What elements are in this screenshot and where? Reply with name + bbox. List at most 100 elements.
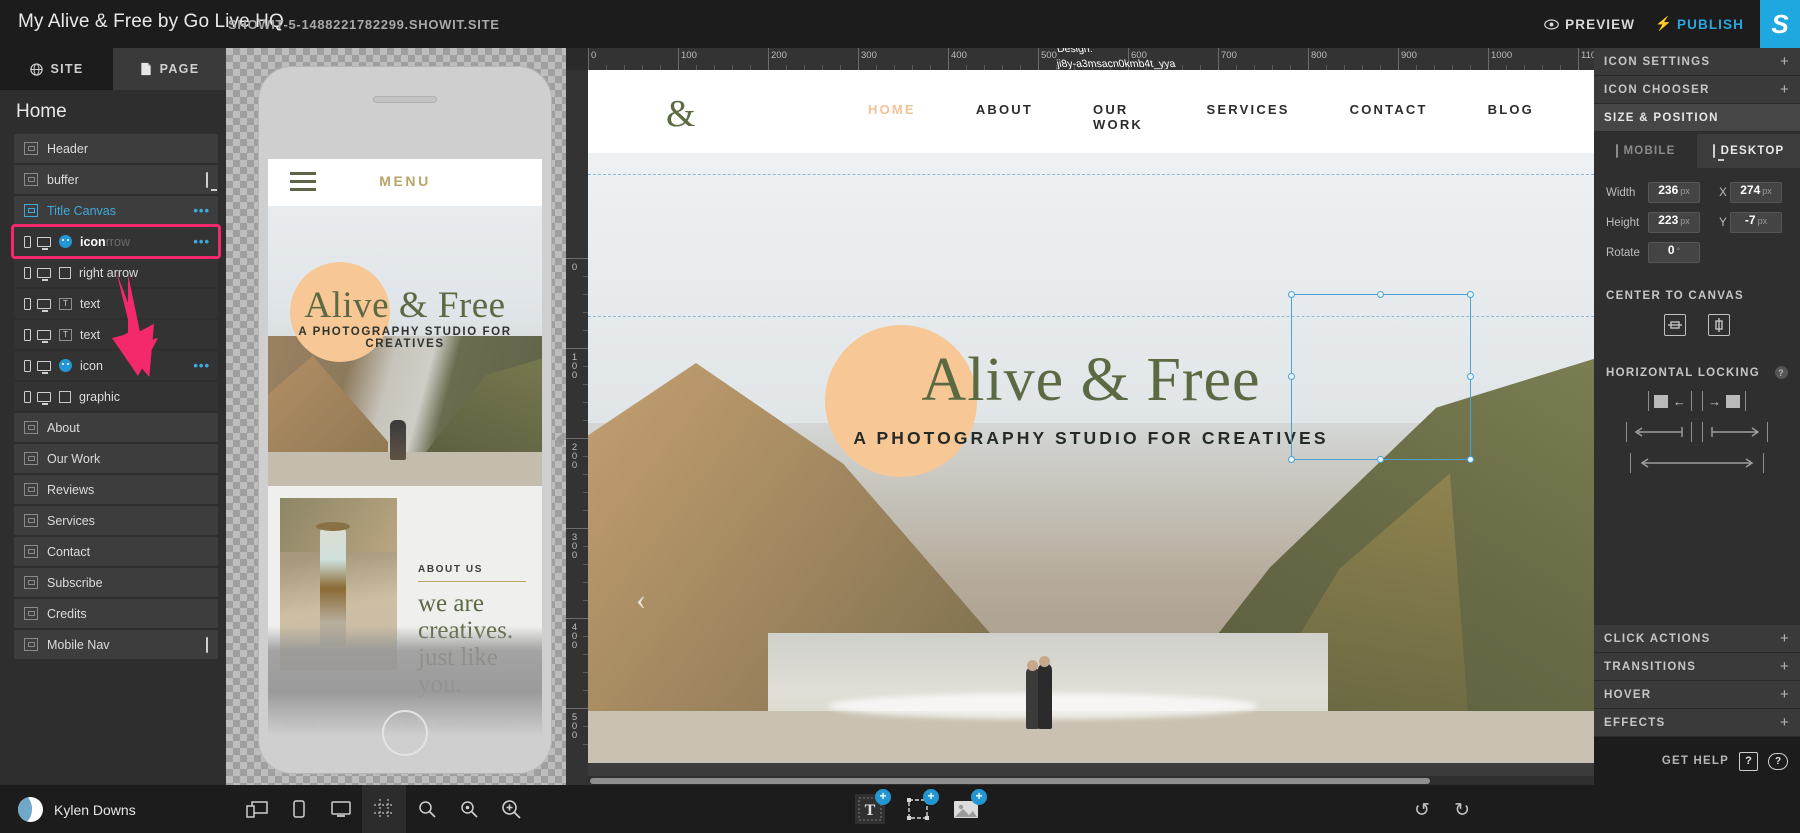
layer-row-icon-2[interactable]: icon ••• (14, 351, 218, 380)
lock-stretch-left-button[interactable] (1626, 422, 1692, 442)
section-size-position[interactable]: SIZE & POSITION (1594, 104, 1800, 132)
layer-menu-button[interactable]: ••• (193, 358, 210, 373)
zoom-reset-icon[interactable] (448, 785, 490, 833)
lock-stretch-both-button[interactable] (1630, 453, 1764, 473)
resize-handle-s[interactable] (1377, 456, 1384, 463)
nav-link-blog[interactable]: BLOG (1488, 102, 1534, 132)
selection-box[interactable] (1288, 291, 1474, 463)
layer-row-reviews[interactable]: Reviews (14, 475, 218, 504)
layer-menu-button[interactable]: ••• (193, 234, 210, 249)
section-click-actions[interactable]: CLICK ACTIONS + (1594, 625, 1800, 653)
layer-row-mobile-nav[interactable]: Mobile Nav (14, 630, 218, 659)
canvas-horizontal-scrollbar[interactable] (588, 776, 1594, 785)
resize-handle-sw[interactable] (1288, 456, 1295, 463)
expand-icon[interactable]: + (1780, 686, 1790, 703)
nav-link-services[interactable]: SERVICES (1207, 102, 1290, 132)
mobile-view-icon[interactable] (278, 785, 320, 833)
section-icon-settings[interactable]: ICON SETTINGS + (1594, 48, 1800, 76)
redo-icon[interactable]: ↻ (1454, 799, 1470, 822)
grid-icon[interactable] (363, 785, 405, 833)
layer-row-graphic[interactable]: graphic (14, 382, 218, 411)
rotate-input[interactable]: 0 ° (1648, 242, 1700, 263)
user-account-button[interactable]: Kylen Downs (18, 797, 136, 822)
y-unit: px (1757, 216, 1768, 226)
add-image-icon[interactable]: + (951, 789, 987, 824)
nav-link-our-work[interactable]: OUR WORK (1093, 102, 1147, 132)
layer-row-credits[interactable]: Credits (14, 599, 218, 628)
x-input[interactable]: 274 px (1730, 182, 1782, 203)
device-visibility-icons (24, 266, 51, 281)
nav-link-contact[interactable]: CONTACT (1350, 102, 1428, 132)
center-horizontal-button[interactable] (1664, 314, 1686, 336)
vertical-ruler[interactable]: 0 100 200 300 400 500 (566, 70, 588, 785)
layer-row-contact[interactable]: Contact (14, 537, 218, 566)
mobile-icon (24, 359, 31, 372)
nav-link-home[interactable]: HOME (868, 102, 916, 132)
width-input[interactable]: 236 px (1648, 182, 1700, 203)
layer-row-text-1[interactable]: T text (14, 289, 218, 318)
layer-row-text-2[interactable]: T text (14, 320, 218, 349)
help-icon[interactable]: ? (1775, 366, 1788, 379)
site-logo[interactable]: & (666, 92, 696, 136)
undo-icon[interactable]: ↺ (1414, 799, 1430, 822)
expand-icon[interactable]: + (1780, 714, 1790, 731)
hamburger-menu-icon[interactable] (290, 172, 316, 196)
y-input[interactable]: -7 px (1730, 212, 1782, 233)
tab-mobile-label: MOBILE (1623, 145, 1676, 157)
icon-type-icon (59, 235, 72, 248)
lock-left-button[interactable]: ← (1648, 391, 1692, 411)
chat-help-icon[interactable]: ? (1768, 752, 1788, 770)
center-to-canvas-buttons (1594, 310, 1800, 352)
section-transitions[interactable]: TRANSITIONS + (1594, 653, 1800, 681)
responsive-view-icon[interactable] (236, 785, 278, 833)
layer-row-about[interactable]: About (14, 413, 218, 442)
resize-handle-nw[interactable] (1288, 291, 1295, 298)
mobile-menu-label[interactable]: MENU (379, 173, 431, 189)
center-vertical-button[interactable] (1708, 314, 1730, 336)
layer-row-our-work[interactable]: Our Work (14, 444, 218, 473)
collapse-left-panel-icon[interactable] (556, 432, 564, 446)
preview-button[interactable]: PREVIEW (1534, 17, 1645, 32)
y-value: -7 (1744, 213, 1756, 227)
resize-handle-w[interactable] (1288, 373, 1295, 380)
tab-page[interactable]: PAGE (113, 48, 226, 90)
phone-speaker (373, 96, 437, 103)
layer-row-icon-selected[interactable]: icon rrow ••• (11, 224, 221, 259)
section-label: EFFECTS (1604, 716, 1666, 729)
add-shape-icon[interactable]: + (903, 789, 939, 824)
layer-row-buffer[interactable]: buffer (14, 165, 218, 194)
resize-handle-ne[interactable] (1467, 291, 1474, 298)
layer-row-subscribe[interactable]: Subscribe (14, 568, 218, 597)
zoom-in-icon[interactable] (490, 785, 532, 833)
expand-icon[interactable]: + (1780, 53, 1790, 70)
resize-handle-se[interactable] (1467, 456, 1474, 463)
desktop-icon (37, 391, 51, 405)
left-arrow-icon[interactable]: ‹ (636, 583, 646, 617)
tab-site[interactable]: SITE (0, 48, 113, 90)
layer-row-right-arrow[interactable]: right arrow (14, 258, 218, 287)
height-input[interactable]: 223 px (1648, 212, 1700, 233)
layer-row-title-canvas[interactable]: Title Canvas ••• (14, 196, 218, 225)
layer-row-services[interactable]: Services (14, 506, 218, 535)
expand-icon[interactable]: + (1780, 630, 1790, 647)
desktop-view-icon[interactable] (320, 785, 362, 833)
expand-icon[interactable]: + (1780, 658, 1790, 675)
lock-right-button[interactable]: → (1702, 391, 1746, 411)
help-docs-icon[interactable]: ? (1739, 751, 1758, 771)
zoom-out-icon[interactable] (406, 785, 448, 833)
section-hover[interactable]: HOVER + (1594, 681, 1800, 709)
tab-mobile[interactable]: MOBILE (1594, 134, 1697, 168)
section-icon-chooser[interactable]: ICON CHOOSER + (1594, 76, 1800, 104)
nav-link-about[interactable]: ABOUT (976, 102, 1033, 132)
section-effects[interactable]: EFFECTS + (1594, 709, 1800, 737)
layer-menu-button[interactable]: ••• (193, 203, 210, 218)
tab-desktop[interactable]: DESKTOP (1697, 134, 1800, 168)
resize-handle-n[interactable] (1377, 291, 1384, 298)
add-text-icon[interactable]: T + (855, 789, 891, 824)
publish-button[interactable]: ⚡ PUBLISH (1645, 16, 1754, 32)
expand-icon[interactable]: + (1780, 81, 1790, 98)
lock-stretch-right-button[interactable] (1702, 422, 1768, 442)
resize-handle-e[interactable] (1467, 373, 1474, 380)
layer-row-header[interactable]: Header (14, 134, 218, 163)
showit-logo[interactable]: S (1760, 0, 1800, 48)
